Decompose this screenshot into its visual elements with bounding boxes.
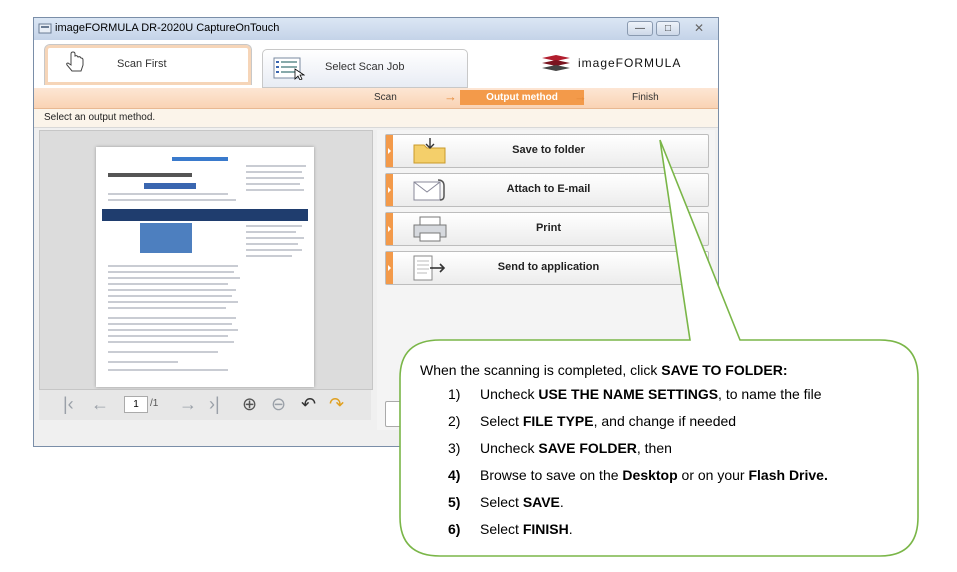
instruction-step: 6) Select FINISH. [420, 521, 920, 548]
step-text: Uncheck SAVE FOLDER, then [480, 440, 672, 456]
step-number: 4) [448, 467, 461, 483]
step-number: 6) [448, 521, 461, 537]
header: Scan First Select Scan Job imageFORMULA [34, 40, 718, 88]
print-button[interactable]: Print [385, 212, 709, 246]
title-bar[interactable]: imageFORMULA DR-2020U CaptureOnTouch — □… [34, 18, 718, 41]
tab-select-scan-job[interactable]: Select Scan Job [262, 49, 468, 88]
zoom-out-icon[interactable]: ⊖ [271, 394, 286, 415]
callout-intro: When the scanning is completed, click SA… [420, 362, 788, 378]
instruction-step: 3) Uncheck SAVE FOLDER, then [420, 440, 920, 467]
page-count: /1 [150, 398, 159, 409]
maximize-button[interactable]: □ [656, 21, 680, 36]
button-marker [386, 135, 393, 167]
send-to-application-label: Send to application [497, 261, 600, 273]
step-text: Select SAVE. [480, 494, 564, 510]
scan-preview[interactable] [39, 130, 373, 390]
scanned-page-thumbnail [96, 147, 314, 387]
step-text: Browse to save on the Desktop or on your… [480, 467, 828, 483]
brand: imageFORMULA [540, 54, 710, 74]
zoom-in-icon[interactable]: ⊕ [242, 394, 257, 415]
button-marker [386, 213, 393, 245]
step-output-method: Output method [460, 90, 584, 105]
minimize-button[interactable]: — [627, 21, 653, 36]
instruction-step: 5) Select SAVE. [420, 494, 920, 521]
first-page-icon[interactable]: |‹ [63, 394, 74, 415]
canon-stack-icon [542, 55, 570, 71]
brand-text: imageFORMULA [578, 56, 682, 70]
step-bar: Scan → Output method → Finish [34, 88, 718, 109]
instruction-step: 1) Uncheck USE THE NAME SETTINGS, to nam… [420, 386, 920, 413]
rotate-right-icon[interactable]: ↷ [329, 394, 344, 415]
page-number-input[interactable]: 1 [124, 396, 148, 413]
button-marker [386, 174, 393, 206]
save-to-folder-label: Save to folder [512, 144, 585, 156]
print-label: Print [535, 222, 562, 234]
close-button[interactable]: ✕ [683, 21, 715, 36]
last-page-icon[interactable]: ›| [209, 394, 220, 415]
instruction-text: Select an output method. [44, 112, 156, 123]
printer-icon [413, 216, 447, 242]
button-marker [386, 252, 393, 284]
attach-to-email-button[interactable]: Attach to E-mail [385, 173, 709, 207]
hand-pointer-icon [66, 51, 84, 72]
callout-intro-bold: SAVE TO FOLDER: [661, 362, 788, 378]
tab-scan-first-label: Scan First [117, 58, 167, 70]
tab-select-scan-job-label: Select Scan Job [325, 61, 405, 73]
rotate-left-icon[interactable]: ↶ [301, 394, 316, 415]
step-text: Select FILE TYPE, and change if needed [480, 413, 737, 429]
step-number: 5) [448, 494, 461, 510]
step-arrow-icon: → [574, 89, 587, 104]
send-app-icon [413, 255, 446, 281]
step-number: 3) [448, 440, 461, 456]
send-to-application-button[interactable]: Send to application [385, 251, 709, 285]
instruction-step: 4) Browse to save on the Desktop or on y… [420, 467, 920, 494]
step-finish: Finish [632, 92, 659, 103]
tab-scan-first[interactable]: Scan First [44, 44, 252, 85]
email-attach-icon [413, 179, 445, 201]
instruction-bar: Select an output method. [34, 109, 718, 128]
preview-toolbar: |‹ ← 1 /1 → ›| ⊕ ⊖ ↶ ↷ [39, 390, 371, 420]
callout-instructions: When the scanning is completed, click SA… [420, 362, 920, 548]
attach-to-email-label: Attach to E-mail [506, 183, 591, 195]
step-text: Select FINISH. [480, 521, 573, 537]
app-icon [38, 23, 52, 34]
job-list-icon [273, 57, 305, 80]
step-text: Uncheck USE THE NAME SETTINGS, to name t… [480, 386, 822, 402]
folder-icon [413, 138, 446, 164]
instruction-step: 2) Select FILE TYPE, and change if neede… [420, 413, 920, 440]
step-scan: Scan [374, 92, 397, 103]
next-page-icon[interactable]: → [179, 394, 197, 415]
status-strip [34, 420, 374, 446]
window-title: imageFORMULA DR-2020U CaptureOnTouch [55, 22, 280, 34]
step-arrow-icon: → [444, 89, 457, 104]
step-number: 2) [448, 413, 461, 429]
prev-page-icon[interactable]: ← [91, 394, 109, 415]
save-to-folder-button[interactable]: Save to folder [385, 134, 709, 168]
step-number: 1) [448, 386, 461, 402]
